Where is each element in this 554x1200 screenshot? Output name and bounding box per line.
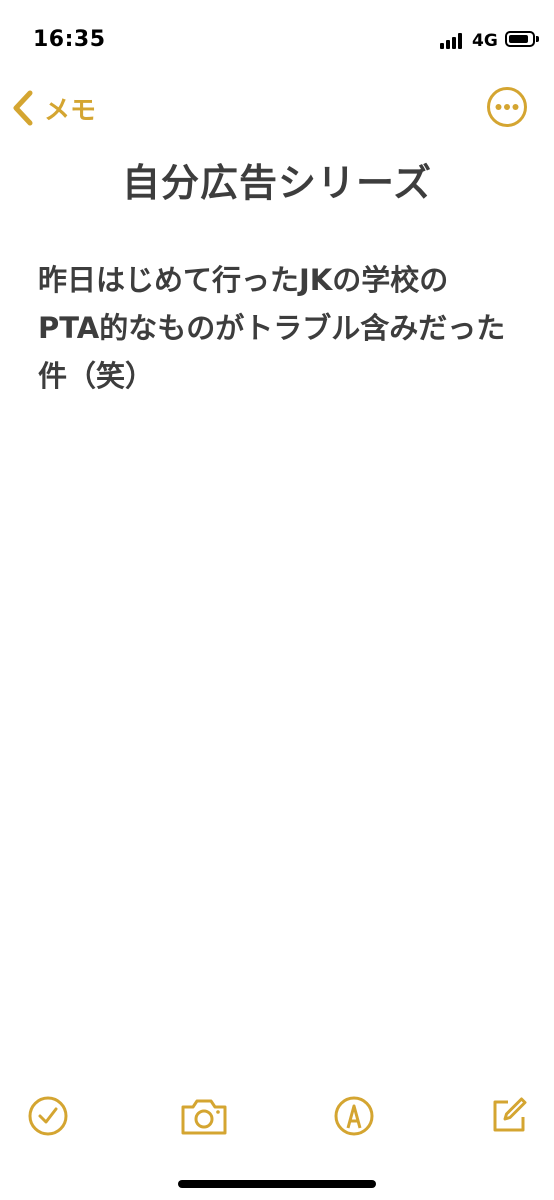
camera-button[interactable] xyxy=(179,1094,229,1138)
compose-icon xyxy=(493,1097,527,1132)
battery-icon xyxy=(505,31,535,47)
bottom-toolbar xyxy=(0,1086,554,1146)
battery-cap xyxy=(536,36,539,42)
compose-button[interactable] xyxy=(486,1094,530,1138)
status-time: 16:35 xyxy=(33,27,106,52)
ellipsis-circle-icon xyxy=(487,87,527,127)
network-type: 4G xyxy=(472,31,498,51)
back-button[interactable]: メモ xyxy=(10,86,96,130)
back-button-label: メモ xyxy=(44,95,97,126)
checklist-icon xyxy=(28,1096,68,1136)
chevron-left-icon xyxy=(13,90,33,126)
note-title[interactable]: 自分広告シリーズ xyxy=(0,152,554,207)
checklist-button[interactable] xyxy=(26,1094,70,1138)
cellular-signal-icon xyxy=(440,33,466,49)
home-indicator[interactable] xyxy=(178,1180,376,1188)
camera-icon xyxy=(181,1099,227,1135)
markup-button[interactable] xyxy=(332,1094,376,1138)
markup-pen-icon xyxy=(334,1096,374,1136)
more-options-button[interactable] xyxy=(486,86,528,128)
navigation-bar: メモ xyxy=(0,80,554,140)
status-bar: 16:35 4G xyxy=(0,0,554,80)
note-body[interactable]: 昨日はじめて行ったJKの学校の PTA的なものがトラブル含みだった件（笑） xyxy=(38,256,528,400)
